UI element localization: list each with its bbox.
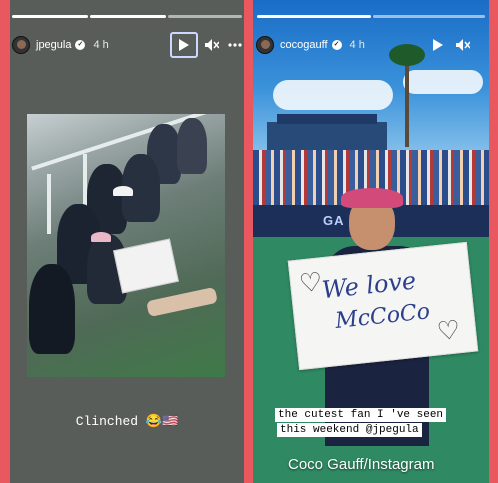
screenshot-frame: jpegula ✓ 4 h Clinched 😂🇺🇸 GA We love Mc… — [0, 0, 498, 483]
avatar[interactable] — [12, 36, 30, 54]
sign-line-1: We love — [320, 266, 418, 305]
story-caption-line-2: this weekend @jpegula — [277, 423, 422, 437]
progress-bar-1 — [12, 15, 88, 18]
username[interactable]: cocogauff — [280, 39, 328, 51]
fan-sign: We love McCoCo ♡ ♡ — [287, 241, 479, 371]
play-icon[interactable] — [429, 32, 447, 58]
mute-icon[interactable] — [453, 32, 473, 58]
story-caption: Clinched 😂🇺🇸 — [75, 414, 179, 429]
progress-bar-1 — [257, 15, 371, 18]
story-right[interactable]: GA We love McCoCo ♡ ♡ cocogauff ✓ 4 h th… — [253, 0, 489, 483]
more-icon[interactable] — [226, 32, 244, 58]
progress-bar-2 — [90, 15, 166, 18]
post-time: 4 h — [93, 39, 109, 51]
sign-line-2: McCoCo — [334, 299, 432, 334]
username[interactable]: jpegula — [36, 39, 71, 51]
fan-visor — [341, 188, 403, 208]
heart-icon: ♡ — [435, 314, 462, 347]
mute-icon[interactable] — [202, 32, 222, 58]
verified-icon: ✓ — [75, 40, 86, 50]
story-header: jpegula ✓ 4 h — [10, 32, 244, 58]
play-icon[interactable] — [170, 32, 198, 58]
story-left[interactable]: jpegula ✓ 4 h Clinched 😂🇺🇸 — [10, 0, 244, 483]
post-time: 4 h — [349, 39, 365, 51]
stadium-tower — [267, 114, 387, 150]
progress-bar-3 — [168, 15, 242, 18]
story-header: cocogauff ✓ 4 h — [253, 32, 489, 58]
story-caption-line-1: the cutest fan I 've seen — [275, 408, 447, 422]
story-photo-fans — [27, 114, 225, 377]
verified-icon: ✓ — [331, 40, 342, 50]
photo-credit: Coco Gauff/Instagram — [288, 456, 435, 473]
avatar[interactable] — [256, 36, 274, 54]
progress-bar-2 — [373, 15, 485, 18]
heart-icon: ♡ — [297, 266, 324, 299]
